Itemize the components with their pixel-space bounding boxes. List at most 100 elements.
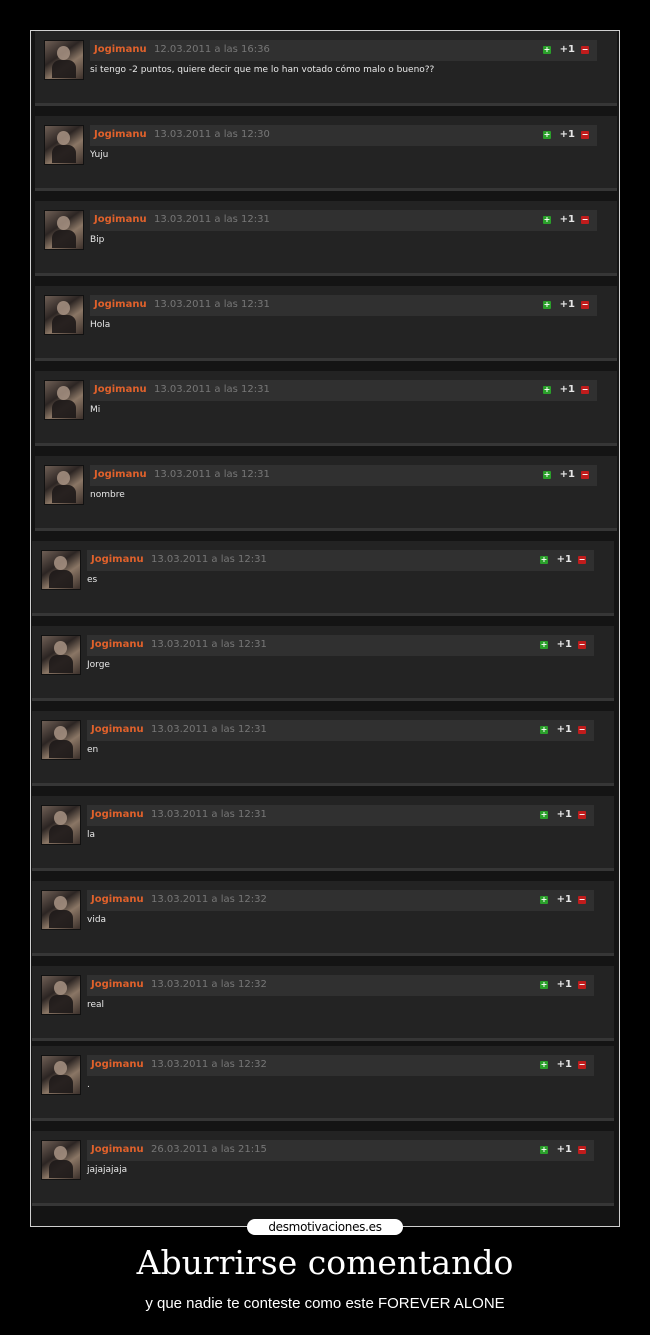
comment-text: Hola bbox=[90, 320, 111, 330]
plus-icon[interactable]: + bbox=[543, 386, 551, 394]
comment-author-link[interactable]: Jogimanu bbox=[91, 809, 144, 820]
comment-text: Jorge bbox=[87, 660, 110, 670]
comment-text: nombre bbox=[90, 490, 125, 500]
plus-icon[interactable]: + bbox=[543, 471, 551, 479]
comment-score: +1 bbox=[556, 809, 572, 820]
user-avatar[interactable] bbox=[41, 805, 81, 845]
minus-icon[interactable]: − bbox=[578, 1061, 586, 1069]
plus-icon[interactable]: + bbox=[540, 556, 548, 564]
comment-text: Bip bbox=[90, 235, 105, 245]
comment: Jogimanu 13.03.2011 a las 12:32 + +1 − v… bbox=[32, 881, 614, 956]
user-avatar[interactable] bbox=[41, 635, 81, 675]
comment-text: . bbox=[87, 1080, 90, 1090]
plus-icon[interactable]: + bbox=[543, 46, 551, 54]
comment-header: Jogimanu 13.03.2011 a las 12:32 + +1 − bbox=[87, 1055, 594, 1076]
comment-date: 13.03.2011 a las 12:32 bbox=[151, 894, 267, 905]
user-avatar[interactable] bbox=[41, 550, 81, 590]
minus-icon[interactable]: − bbox=[581, 471, 589, 479]
plus-icon[interactable]: + bbox=[540, 726, 548, 734]
comment-author-link[interactable]: Jogimanu bbox=[94, 384, 147, 395]
comment-author-link[interactable]: Jogimanu bbox=[91, 1059, 144, 1070]
comment: Jogimanu 13.03.2011 a las 12:31 + +1 − J… bbox=[32, 626, 614, 701]
comment-date: 13.03.2011 a las 12:31 bbox=[154, 299, 270, 310]
comment-author-link[interactable]: Jogimanu bbox=[91, 979, 144, 990]
minus-icon[interactable]: − bbox=[578, 811, 586, 819]
comment-text: en bbox=[87, 745, 99, 755]
minus-icon[interactable]: − bbox=[581, 386, 589, 394]
comment-header: Jogimanu 26.03.2011 a las 21:15 + +1 − bbox=[87, 1140, 594, 1161]
user-avatar[interactable] bbox=[44, 125, 84, 165]
plus-icon[interactable]: + bbox=[540, 896, 548, 904]
comment-author-link[interactable]: Jogimanu bbox=[94, 469, 147, 480]
comment-text: Yuju bbox=[90, 150, 109, 160]
comment-author-link[interactable]: Jogimanu bbox=[91, 639, 144, 650]
minus-icon[interactable]: − bbox=[581, 216, 589, 224]
plus-icon[interactable]: + bbox=[543, 216, 551, 224]
comment-score: +1 bbox=[556, 639, 572, 650]
comment-author-link[interactable]: Jogimanu bbox=[94, 214, 147, 225]
comment-date: 13.03.2011 a las 12:31 bbox=[151, 809, 267, 820]
comment: Jogimanu 12.03.2011 a las 16:36 + +1 − s… bbox=[35, 31, 617, 106]
comment-header: Jogimanu 13.03.2011 a las 12:30 + +1 − bbox=[90, 125, 597, 146]
comment-date: 12.03.2011 a las 16:36 bbox=[154, 44, 270, 55]
comment-score: +1 bbox=[556, 1144, 572, 1155]
minus-icon[interactable]: − bbox=[578, 726, 586, 734]
comment-author-link[interactable]: Jogimanu bbox=[91, 1144, 144, 1155]
plus-icon[interactable]: + bbox=[543, 301, 551, 309]
comment-date: 13.03.2011 a las 12:31 bbox=[151, 724, 267, 735]
comment: Jogimanu 13.03.2011 a las 12:31 + +1 − n… bbox=[35, 456, 617, 531]
comment-header: Jogimanu 13.03.2011 a las 12:31 + +1 − bbox=[87, 720, 594, 741]
user-avatar[interactable] bbox=[44, 465, 84, 505]
site-watermark: desmotivaciones.es bbox=[247, 1219, 403, 1235]
comment-date: 13.03.2011 a las 12:31 bbox=[151, 554, 267, 565]
comment: Jogimanu 13.03.2011 a las 12:31 + +1 − e… bbox=[32, 541, 614, 616]
comment-author-link[interactable]: Jogimanu bbox=[94, 129, 147, 140]
plus-icon[interactable]: + bbox=[540, 641, 548, 649]
minus-icon[interactable]: − bbox=[578, 981, 586, 989]
minus-icon[interactable]: − bbox=[578, 641, 586, 649]
plus-icon[interactable]: + bbox=[543, 131, 551, 139]
comment: Jogimanu 13.03.2011 a las 12:31 + +1 − B… bbox=[35, 201, 617, 276]
comment-author-link[interactable]: Jogimanu bbox=[91, 894, 144, 905]
comment-text: vida bbox=[87, 915, 107, 925]
poster-title: Aburrirse comentando bbox=[136, 1243, 514, 1282]
user-avatar[interactable] bbox=[41, 720, 81, 760]
comment: Jogimanu 13.03.2011 a las 12:31 + +1 − l… bbox=[32, 796, 614, 871]
comment-author-link[interactable]: Jogimanu bbox=[94, 44, 147, 55]
minus-icon[interactable]: − bbox=[578, 556, 586, 564]
comment-author-link[interactable]: Jogimanu bbox=[91, 724, 144, 735]
comment-text: es bbox=[87, 575, 98, 585]
user-avatar[interactable] bbox=[44, 380, 84, 420]
comment-score: +1 bbox=[556, 1059, 572, 1070]
comment-score: +1 bbox=[556, 554, 572, 565]
comment-header: Jogimanu 13.03.2011 a las 12:31 + +1 − bbox=[90, 465, 597, 486]
comment: Jogimanu 13.03.2011 a las 12:32 + +1 − r… bbox=[32, 966, 614, 1041]
comment: Jogimanu 13.03.2011 a las 12:31 + +1 − H… bbox=[35, 286, 617, 361]
user-avatar[interactable] bbox=[44, 210, 84, 250]
user-avatar[interactable] bbox=[44, 295, 84, 335]
comment-score: +1 bbox=[556, 979, 572, 990]
comment-score: +1 bbox=[559, 384, 575, 395]
comment-text: real bbox=[87, 1000, 105, 1010]
comment-header: Jogimanu 13.03.2011 a las 12:31 + +1 − bbox=[87, 550, 594, 571]
user-avatar[interactable] bbox=[41, 1055, 81, 1095]
plus-icon[interactable]: + bbox=[540, 1146, 548, 1154]
comment-score: +1 bbox=[556, 894, 572, 905]
minus-icon[interactable]: − bbox=[581, 46, 589, 54]
minus-icon[interactable]: − bbox=[581, 131, 589, 139]
comment-author-link[interactable]: Jogimanu bbox=[91, 554, 144, 565]
user-avatar[interactable] bbox=[41, 890, 81, 930]
minus-icon[interactable]: − bbox=[578, 1146, 586, 1154]
comment-author-link[interactable]: Jogimanu bbox=[94, 299, 147, 310]
plus-icon[interactable]: + bbox=[540, 811, 548, 819]
comment-header: Jogimanu 13.03.2011 a las 12:31 + +1 − bbox=[87, 635, 594, 656]
user-avatar[interactable] bbox=[44, 40, 84, 80]
user-avatar[interactable] bbox=[41, 1140, 81, 1180]
minus-icon[interactable]: − bbox=[581, 301, 589, 309]
plus-icon[interactable]: + bbox=[540, 1061, 548, 1069]
plus-icon[interactable]: + bbox=[540, 981, 548, 989]
comment: Jogimanu 13.03.2011 a las 12:31 + +1 − e… bbox=[32, 711, 614, 786]
poster-subtitle: y que nadie te conteste como este FOREVE… bbox=[145, 1295, 505, 1312]
user-avatar[interactable] bbox=[41, 975, 81, 1015]
minus-icon[interactable]: − bbox=[578, 896, 586, 904]
